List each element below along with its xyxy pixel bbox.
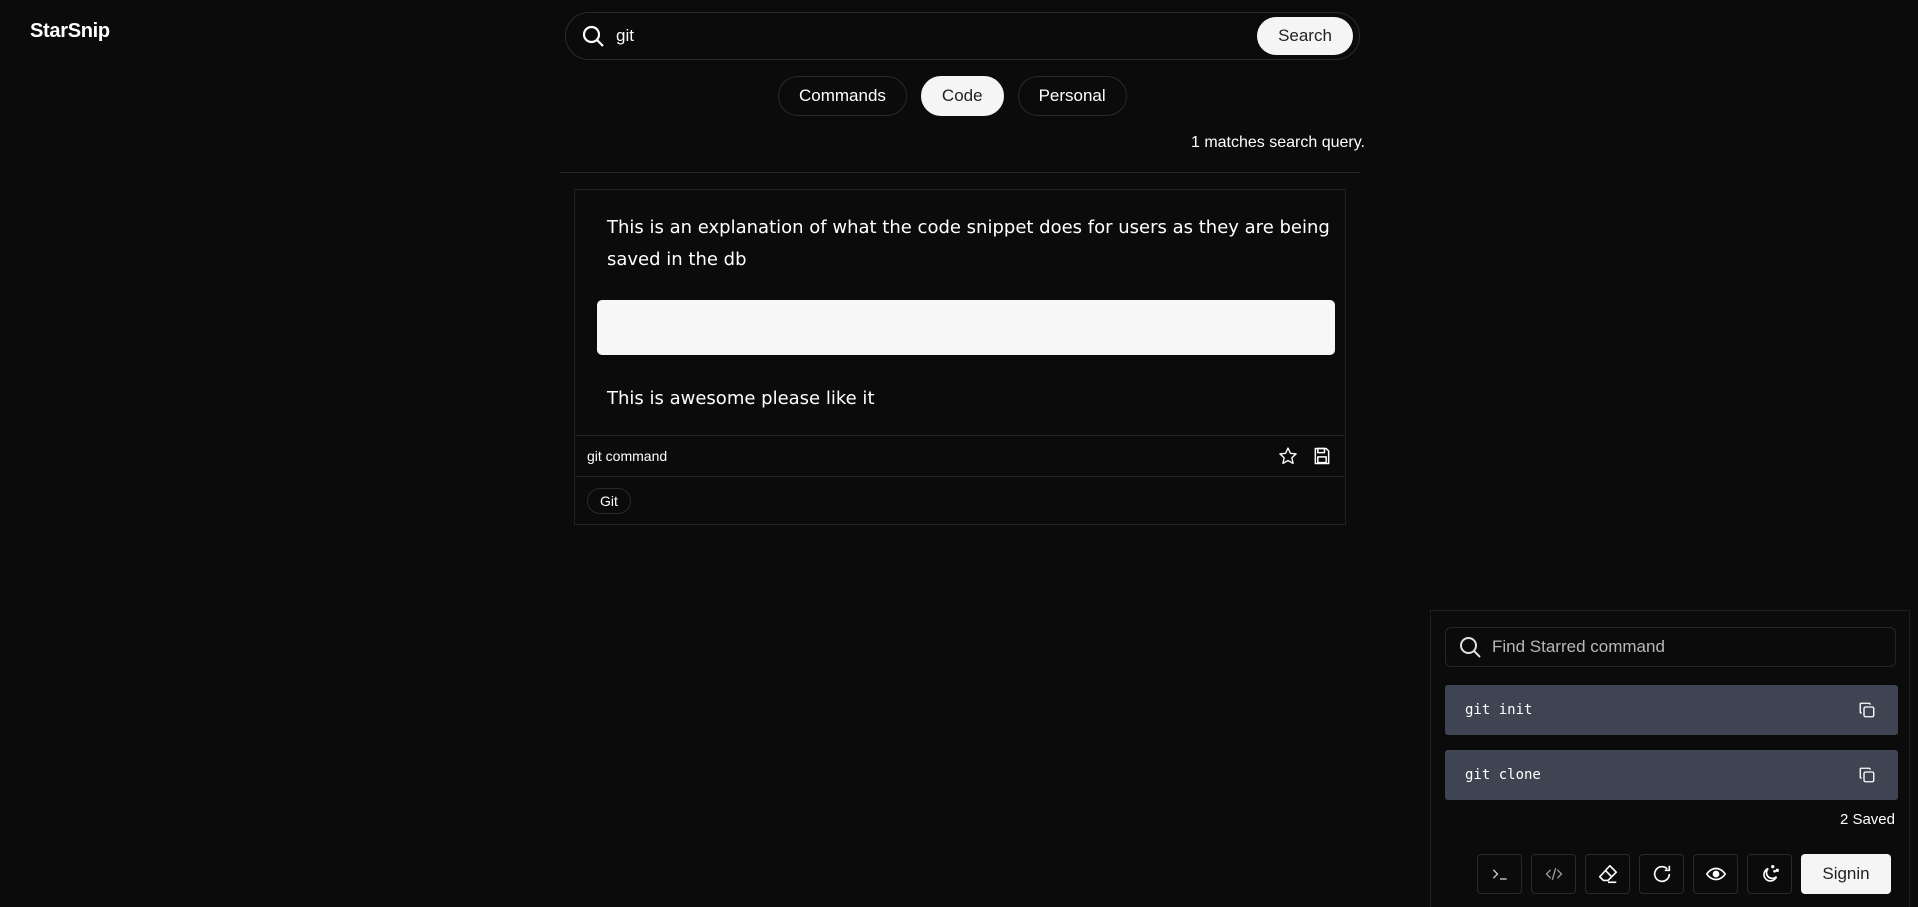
- search-icon: [1460, 637, 1481, 658]
- eraser-icon: [1598, 864, 1617, 884]
- snippet-actions: [1277, 445, 1333, 467]
- search-bar: git Search: [565, 12, 1360, 60]
- moon-sparkle-icon: [1762, 865, 1779, 882]
- saved-count: 2 Saved: [1839, 811, 1895, 828]
- tab-personal[interactable]: Personal: [1017, 76, 1127, 116]
- search-input[interactable]: git: [616, 26, 1359, 46]
- app-logo[interactable]: StarSnip: [30, 20, 110, 43]
- code-button[interactable]: [1531, 854, 1576, 894]
- filter-tabs: Commands Code Personal: [778, 76, 1127, 116]
- preview-button[interactable]: [1693, 854, 1738, 894]
- tab-commands[interactable]: Commands: [778, 76, 907, 116]
- search-icon: [580, 23, 606, 49]
- refresh-button[interactable]: [1639, 854, 1684, 894]
- theme-button[interactable]: [1747, 854, 1792, 894]
- panel-toolbar: Signin: [1477, 854, 1891, 894]
- eraser-button[interactable]: [1585, 854, 1630, 894]
- divider: [560, 172, 1360, 173]
- starred-item[interactable]: git clone: [1445, 750, 1898, 800]
- code-icon: [1545, 867, 1562, 881]
- code-block[interactable]: [597, 300, 1335, 355]
- starred-panel: Find Starred command git init git clone …: [1430, 610, 1910, 907]
- copy-icon[interactable]: [1856, 699, 1878, 721]
- terminal-button[interactable]: [1477, 854, 1522, 894]
- snippet-card: This is an explanation of what the code …: [574, 189, 1346, 525]
- snippet-footer: git command: [575, 435, 1345, 477]
- starred-search-field[interactable]: Find Starred command: [1445, 627, 1896, 667]
- tag-list: Git: [587, 488, 631, 514]
- snippet-description: This is an explanation of what the code …: [607, 217, 1330, 270]
- star-icon[interactable]: [1277, 445, 1299, 467]
- terminal-icon: [1492, 869, 1507, 880]
- snippet-note: This is awesome please like it: [607, 388, 875, 409]
- copy-icon[interactable]: [1856, 764, 1878, 786]
- tab-code[interactable]: Code: [920, 76, 1004, 116]
- search-button[interactable]: Search: [1257, 17, 1353, 55]
- starred-command: git clone: [1465, 767, 1541, 783]
- starred-command: git init: [1465, 702, 1533, 718]
- signin-button[interactable]: Signin: [1801, 854, 1891, 894]
- save-icon[interactable]: [1311, 445, 1333, 467]
- eye-icon: [1705, 867, 1726, 881]
- match-count: 1 matches search query.: [1190, 134, 1365, 151]
- starred-item[interactable]: git init: [1445, 685, 1898, 735]
- snippet-title: git command: [587, 448, 668, 464]
- refresh-icon: [1653, 865, 1670, 883]
- tag-chip[interactable]: Git: [587, 488, 631, 514]
- starred-search-placeholder: Find Starred command: [1492, 637, 1665, 656]
